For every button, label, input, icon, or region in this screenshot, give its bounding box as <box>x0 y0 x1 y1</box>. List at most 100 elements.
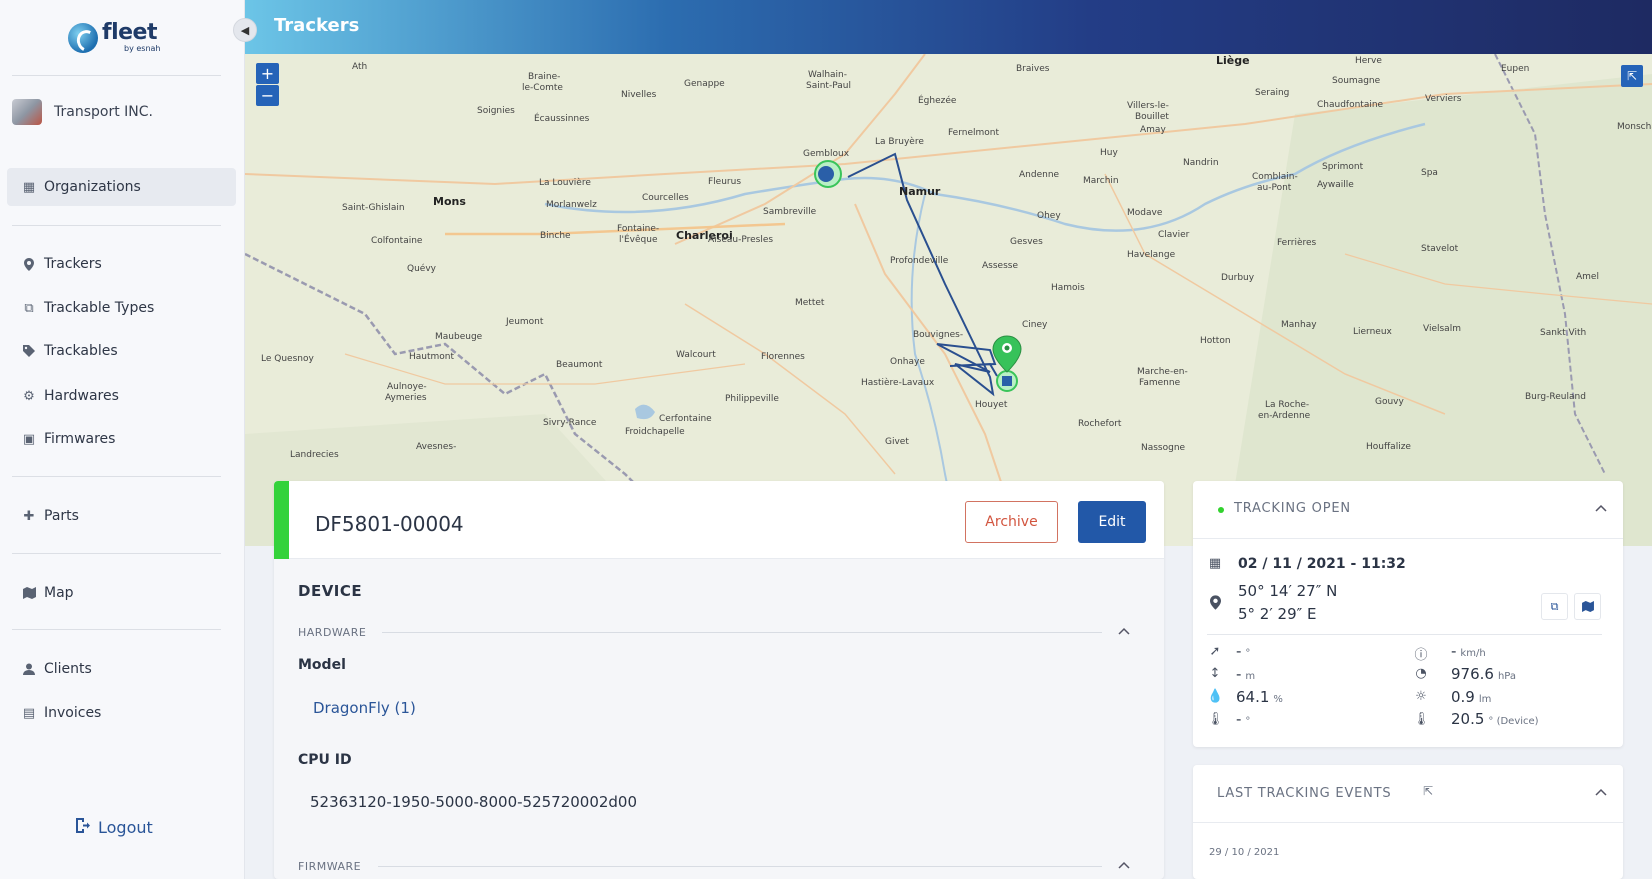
map-label: Chaudfontaine <box>1317 100 1384 110</box>
open-map-button[interactable]: ⇱ <box>1621 65 1643 87</box>
archive-button[interactable]: Archive <box>965 501 1058 543</box>
external-link-icon: ⇱ <box>1626 69 1638 83</box>
zoom-in-button[interactable]: + <box>256 63 279 84</box>
sidebar-item-trackables[interactable]: Trackables <box>7 332 236 370</box>
map-label: Durbuy <box>1221 273 1255 283</box>
humidity-value: 64.1 <box>1236 688 1270 706</box>
cpu-id-value: 52363120-1950-5000-8000-525720002d00 <box>310 793 638 811</box>
map-label: Gembloux <box>803 149 850 159</box>
fleet-logo-icon <box>68 22 98 53</box>
map-label: Vielsalm <box>1423 324 1461 334</box>
sidebar-divider <box>12 75 221 76</box>
brand-logo[interactable]: fleet by esnah <box>68 22 161 53</box>
last-events-card: LAST TRACKING EVENTS ⇱ 29 / 10 / 2021 <box>1193 765 1623 879</box>
map-label: La Roche- <box>1265 400 1310 410</box>
sidebar-item-organizations[interactable]: ▦ Organizations <box>7 168 236 206</box>
device-header: DF5801-00004 Archive Edit <box>274 481 1164 559</box>
external-link-icon: ⇱ <box>1423 784 1434 798</box>
map-label: Spa <box>1421 168 1438 178</box>
thermometer-icon: 🌡 <box>1207 712 1224 727</box>
edit-button[interactable]: Edit <box>1078 501 1146 543</box>
map-label: Aiseau-Presles <box>708 235 774 245</box>
sidebar-item-label: Parts <box>44 508 79 524</box>
map-label: Mettet <box>795 298 825 308</box>
sidebar: fleet by esnah Transport INC. ▦ Organiza… <box>0 0 245 879</box>
humidity-icon: 💧 <box>1207 689 1224 704</box>
map-label: Burg-Reuland <box>1525 392 1586 402</box>
hardware-subheading: HARDWARE <box>298 626 367 639</box>
device-temperature-value: 20.5 <box>1451 710 1485 728</box>
sidebar-item-invoices[interactable]: ▤ Invoices <box>7 694 236 732</box>
brand-by: by esnah <box>124 44 161 53</box>
collapse-sidebar-button[interactable]: ◀ <box>233 18 257 42</box>
organization-switcher[interactable]: Transport INC. <box>12 99 153 125</box>
tracking-divider <box>1207 634 1602 635</box>
map-label: Beaumont <box>556 360 603 370</box>
map-label: Houffalize <box>1366 442 1411 452</box>
puzzle-icon: ✚ <box>23 508 35 524</box>
copy-coordinates-button[interactable]: ⧉ <box>1541 593 1568 620</box>
sidebar-item-hardwares[interactable]: ⚙ Hardwares <box>7 377 236 415</box>
status-indicator <box>274 481 289 559</box>
sidebar-item-clients[interactable]: Clients <box>7 650 236 688</box>
sidebar-item-firmwares[interactable]: ▣ Firmwares <box>7 420 236 458</box>
logout-icon <box>76 818 90 837</box>
firmware-divider <box>378 866 1102 867</box>
sidebar-item-label: Trackers <box>44 256 102 272</box>
open-events-button[interactable]: ⇱ <box>1423 784 1433 798</box>
device-section-title: DEVICE <box>298 582 363 600</box>
map-label: Cerfontaine <box>659 414 712 424</box>
map-label: La Louvière <box>539 178 591 188</box>
sidebar-item-label: Organizations <box>44 179 141 195</box>
latitude-value: 50° 14′ 27″ N <box>1238 582 1338 600</box>
show-on-map-button[interactable] <box>1574 593 1601 620</box>
map-icon <box>1581 601 1594 612</box>
collapse-tracking-button[interactable] <box>1595 501 1607 516</box>
chevron-up-icon <box>1595 504 1607 512</box>
map-label: Bouvignes- <box>913 330 964 340</box>
light-metric: 0.9 lm <box>1451 688 1491 706</box>
sidebar-item-map[interactable]: Map <box>7 574 236 612</box>
sidebar-item-trackers[interactable]: Trackers <box>7 245 236 283</box>
map-label: Hamois <box>1051 283 1085 293</box>
temperature-metric: - ° <box>1236 710 1250 728</box>
organization-name: Transport INC. <box>54 104 153 120</box>
map-label: Landrecies <box>290 450 339 460</box>
logout-button[interactable]: Logout <box>76 818 153 837</box>
map-label: Namur <box>899 185 941 198</box>
sidebar-divider <box>12 225 221 226</box>
collapse-events-button[interactable] <box>1595 785 1607 800</box>
map-label: Hautmont <box>409 352 455 362</box>
hardware-divider <box>382 632 1102 633</box>
copy-icon: ⧉ <box>24 300 34 316</box>
map-icon <box>22 587 36 599</box>
map-label: Quévy <box>407 264 436 274</box>
model-label: Model <box>298 657 346 673</box>
tracking-title: TRACKING OPEN <box>1234 501 1351 516</box>
map-label: Bouillet <box>1135 112 1169 122</box>
light-unit: lm <box>1478 694 1492 705</box>
map-label: Philippeville <box>725 394 779 404</box>
events-header: LAST TRACKING EVENTS ⇱ <box>1193 765 1623 823</box>
map-label: Fernelmont <box>948 128 1000 138</box>
map-label: Ath <box>352 62 368 72</box>
heading-metric: - ° <box>1236 642 1250 660</box>
map-label: Nivelles <box>621 90 657 100</box>
sidebar-item-parts[interactable]: ✚ Parts <box>7 497 236 535</box>
map-label: Le Quesnoy <box>261 354 314 364</box>
map-label: Mons <box>433 195 466 208</box>
sidebar-divider <box>12 629 221 630</box>
map-label: Sivry-Rance <box>543 418 597 428</box>
tracker-map[interactable]: Ath Braine- le-Comte Genappe Walhain- Sa… <box>245 54 1652 546</box>
collapse-firmware-button[interactable] <box>1118 858 1130 872</box>
collapse-hardware-button[interactable] <box>1118 624 1130 638</box>
chip-icon: ▣ <box>22 431 36 447</box>
map-label: Liège <box>1216 54 1250 67</box>
model-link[interactable]: DragonFly (1) <box>313 699 416 717</box>
device-temperature-metric: 20.5 ° (Device) <box>1451 710 1539 728</box>
humidity-metric: 64.1% <box>1236 688 1283 706</box>
map-label: Soignies <box>477 106 515 116</box>
zoom-out-button[interactable]: − <box>256 85 279 106</box>
sidebar-item-trackable-types[interactable]: ⧉ Trackable Types <box>7 289 236 327</box>
heading-unit: ° <box>1245 648 1251 659</box>
